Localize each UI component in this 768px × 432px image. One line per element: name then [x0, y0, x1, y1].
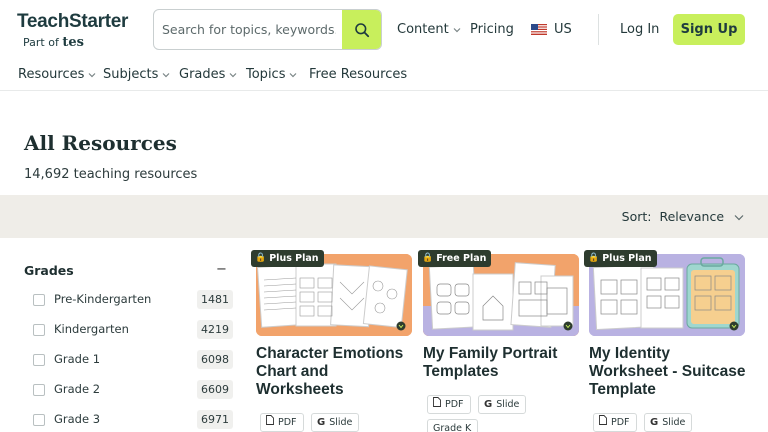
tag-label: PDF — [445, 399, 464, 410]
teachstarter-logo[interactable]: TeachStarter Part of tes — [17, 12, 142, 52]
grade-label: Pre-Kindergarten — [54, 292, 152, 306]
sort-label: Sort: — [621, 209, 652, 224]
plan-label: Free Plan — [436, 253, 487, 264]
sort-dropdown[interactable]: Sort: Relevance — [622, 209, 744, 224]
grade-label: Grade 2 — [54, 382, 101, 396]
teachstarter-badge-icon — [563, 321, 573, 331]
chevron-down-icon — [229, 67, 237, 82]
tag-grade: Grade K — [427, 419, 479, 432]
chevron-down-icon — [453, 22, 461, 37]
tag-label: Slide — [496, 399, 520, 410]
resource-card[interactable]: 🔒 Plus Plan My Identity Worksheet - Suitc… — [584, 250, 746, 432]
resource-card[interactable]: 🔒 Plus Plan Character Emotions Chart and … — [251, 250, 412, 432]
tag-slide: G Slide — [478, 395, 527, 414]
plan-badge: 🔒 Free Plan — [418, 250, 492, 267]
tag-label: Slide — [329, 417, 353, 428]
grade-checkbox[interactable] — [33, 324, 45, 336]
tag-pdf: PDF — [593, 413, 637, 432]
subnav-topics-label: Topics — [246, 67, 286, 82]
plan-label: Plus Plan — [602, 253, 652, 264]
region-label: US — [554, 22, 572, 37]
plan-badge: 🔒 Plus Plan — [584, 250, 657, 267]
grade-label: Grade 3 — [54, 412, 101, 426]
nav-content[interactable]: Content — [397, 22, 461, 37]
resource-title[interactable]: Character Emotions Chart and Worksheets — [256, 345, 416, 399]
grade-filter-option[interactable]: Pre-Kindergarten 1481 — [33, 290, 233, 311]
grade-checkbox[interactable] — [33, 384, 45, 396]
search-button[interactable] — [342, 10, 381, 49]
google-slides-icon: G — [650, 417, 659, 428]
header-divider — [598, 14, 599, 45]
logo-sub-prefix: Part of — [23, 36, 59, 49]
grade-count: 1481 — [197, 290, 233, 309]
login-link[interactable]: Log In — [620, 22, 659, 37]
resource-card[interactable]: 🔒 Free Plan My Family Portrait Templates … — [418, 250, 579, 432]
tag-label: PDF — [278, 417, 297, 428]
grade-checkbox[interactable] — [33, 354, 45, 366]
nav-pricing[interactable]: Pricing — [470, 22, 514, 37]
search-icon — [354, 22, 369, 37]
subnav-resources[interactable]: Resources — [18, 67, 96, 82]
tag-pdf: PDF — [427, 395, 471, 414]
subnav-free-resources[interactable]: Free Resources — [309, 67, 407, 82]
grade-label: Kindergarten — [54, 322, 129, 336]
pdf-icon — [266, 414, 274, 431]
grade-filter-option[interactable]: Grade 2 6609 — [33, 380, 233, 401]
subnav-resources-label: Resources — [18, 67, 85, 82]
chevron-down-icon — [88, 67, 96, 82]
chevron-down-icon — [162, 67, 170, 82]
tag-pdf: PDF — [260, 413, 304, 432]
grade-checkbox[interactable] — [33, 414, 45, 426]
teachstarter-badge-icon — [396, 321, 406, 331]
chevron-down-icon — [734, 209, 744, 224]
grade-filter-option[interactable]: Grade 3 6971 — [33, 410, 233, 431]
grade-filter-option[interactable]: Kindergarten 4219 — [33, 320, 233, 341]
signup-button[interactable]: Sign Up — [673, 14, 745, 45]
logo-text: TeachStarter — [17, 11, 129, 32]
plan-badge: 🔒 Plus Plan — [251, 250, 324, 267]
grade-count: 6971 — [197, 410, 233, 429]
plan-label: Plus Plan — [269, 253, 319, 264]
subnav-topics[interactable]: Topics — [246, 67, 297, 82]
sort-value: Relevance — [659, 209, 725, 224]
google-slides-icon: G — [317, 417, 326, 428]
grade-checkbox[interactable] — [33, 294, 45, 306]
nav-content-label: Content — [397, 22, 449, 37]
lock-icon: 🔒 — [422, 253, 434, 263]
subnav-grades[interactable]: Grades — [179, 67, 237, 82]
tag-slide: G Slide — [644, 413, 693, 432]
header-separator — [0, 90, 768, 91]
search-box — [153, 9, 382, 50]
pdf-icon — [599, 414, 607, 431]
tag-slide: G Slide — [311, 413, 360, 432]
search-input[interactable] — [154, 10, 344, 49]
sort-bar: Sort: Relevance — [0, 195, 768, 238]
lock-icon: 🔒 — [255, 253, 267, 263]
page-title: All Resources — [24, 131, 177, 155]
subnav-subjects-label: Subjects — [103, 67, 159, 82]
grade-count: 6609 — [197, 380, 233, 399]
pdf-icon — [433, 396, 441, 413]
collapse-icon[interactable]: − — [216, 262, 227, 277]
subnav-subjects[interactable]: Subjects — [103, 67, 170, 82]
tes-brand: tes — [62, 35, 84, 50]
us-flag-icon — [531, 24, 547, 35]
resource-count: 14,692 teaching resources — [24, 167, 198, 182]
grade-label: Grade 1 — [54, 352, 101, 366]
resource-title[interactable]: My Family Portrait Templates — [423, 345, 583, 381]
grade-filter-option[interactable]: Grade 1 6098 — [33, 350, 233, 371]
tag-label: PDF — [611, 417, 630, 428]
lock-icon: 🔒 — [588, 253, 600, 263]
chevron-down-icon — [289, 67, 297, 82]
teachstarter-badge-icon — [729, 321, 739, 331]
google-slides-icon: G — [484, 399, 493, 410]
subnav-grades-label: Grades — [179, 67, 226, 82]
region-selector[interactable]: US — [531, 22, 572, 37]
tag-label: Slide — [662, 417, 686, 428]
grade-count: 6098 — [197, 350, 233, 369]
resource-title[interactable]: My Identity Worksheet - Suitcase Templat… — [589, 345, 749, 399]
logo-subtitle: Part of tes — [23, 35, 84, 50]
grade-count: 4219 — [197, 320, 233, 339]
grades-filter-heading[interactable]: Grades — [24, 263, 74, 278]
